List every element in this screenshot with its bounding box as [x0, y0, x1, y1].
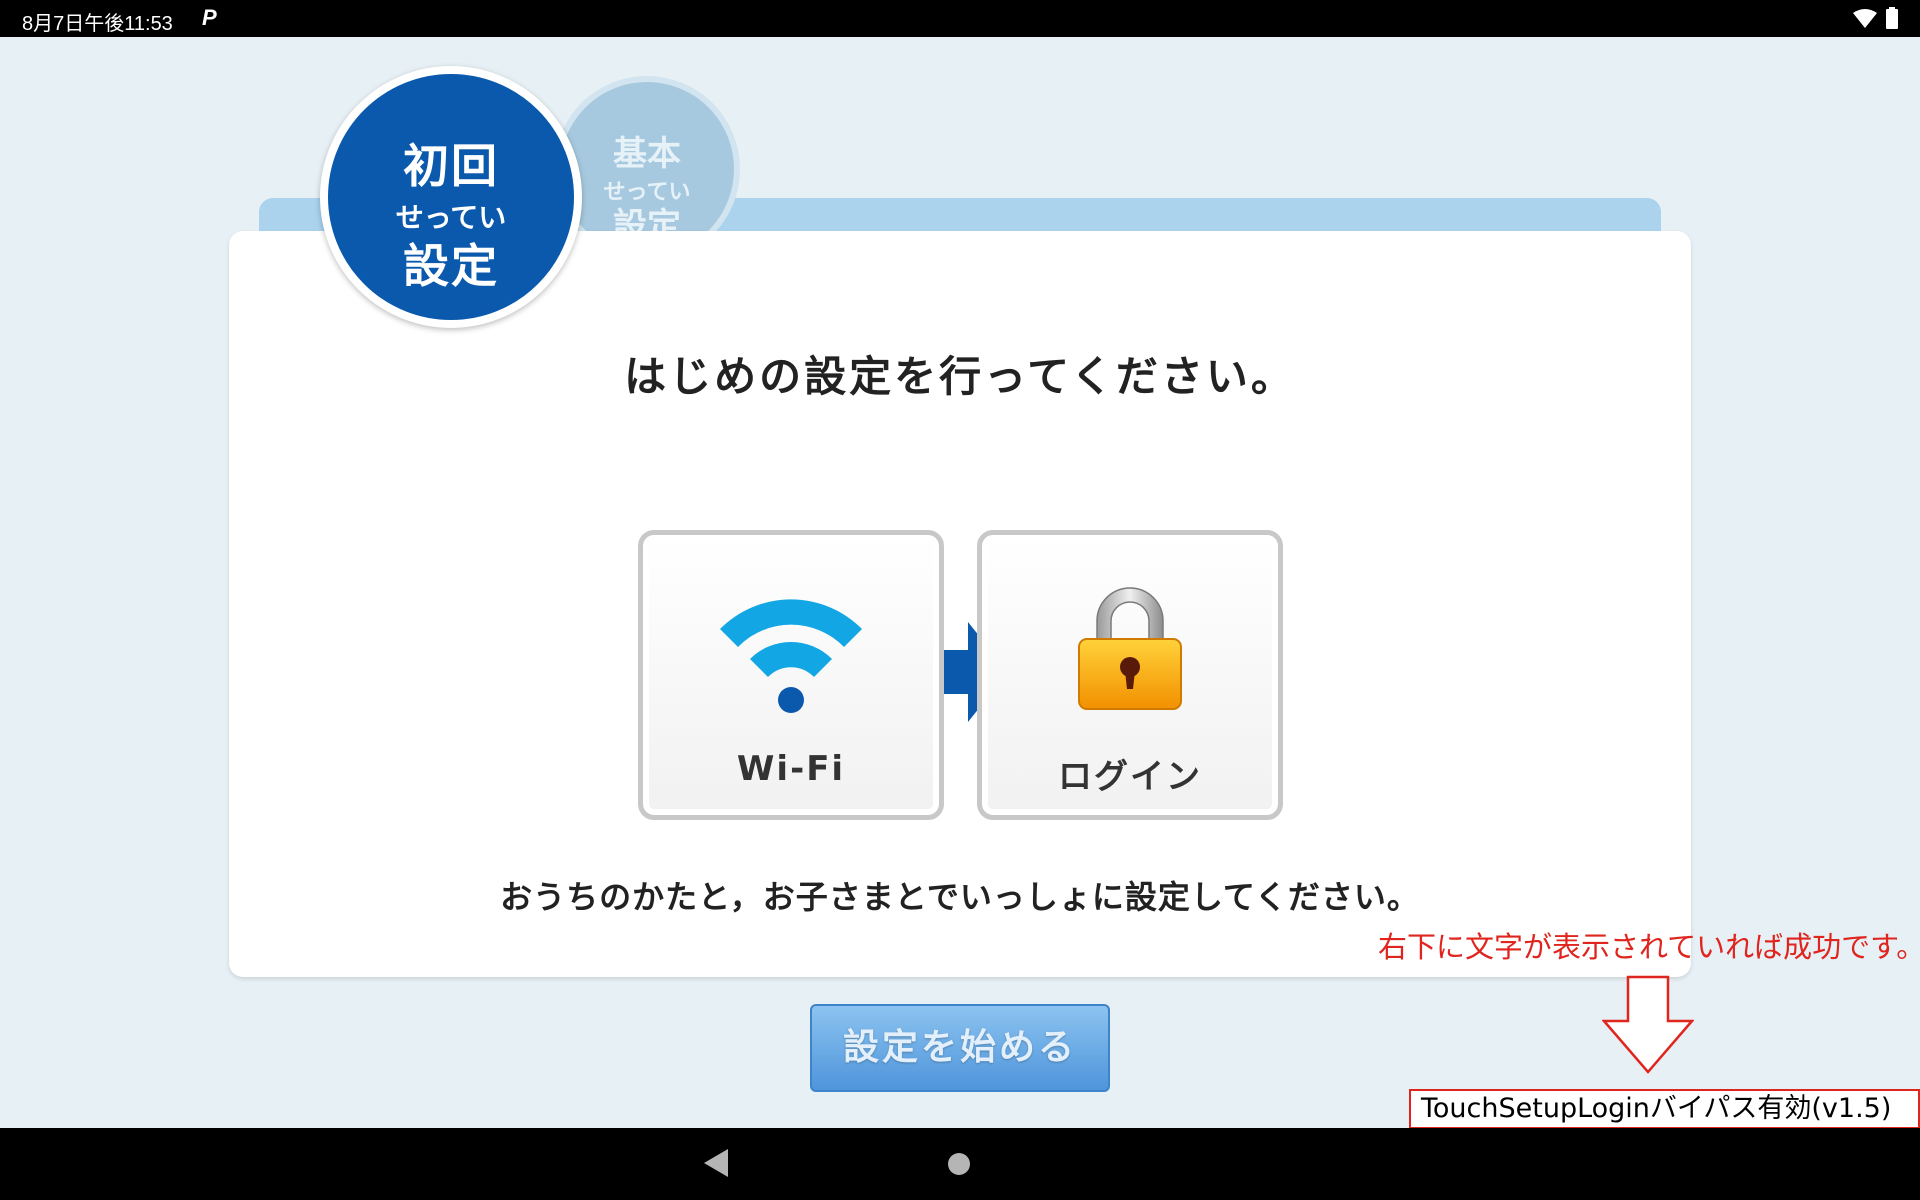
tab-initial-title: 初回 — [403, 139, 499, 193]
navigation-bar — [0, 1128, 1920, 1200]
app-notification-icon: P — [202, 5, 217, 30]
start-setup-button[interactable]: 設定を始める — [810, 1004, 1110, 1092]
bypass-status-label: TouchSetupLoginバイパス有効(v1.5) — [1409, 1089, 1920, 1129]
status-time: 8月7日午後11:53 — [22, 13, 173, 35]
step-login-label: ログイン — [1058, 757, 1202, 797]
page-heading: はじめの設定を行ってください。 — [624, 352, 1296, 401]
tab-basic-title: 基本 — [613, 134, 681, 174]
instruction-text: おうちのかたと，お子さまとでいっしょに設定してください。 — [500, 878, 1420, 916]
down-arrow-icon — [1602, 975, 1694, 1074]
success-note: 右下に文字が表示されていれば成功です。 — [1378, 930, 1920, 964]
wifi-status-icon — [1853, 9, 1877, 28]
wifi-icon — [720, 599, 862, 713]
step-login: ログイン — [977, 530, 1283, 820]
home-icon[interactable] — [948, 1153, 970, 1175]
back-icon[interactable] — [704, 1149, 728, 1177]
status-bar: 8月7日午後11:53 P — [0, 0, 1920, 37]
tab-initial-subtitle: 設定 — [403, 239, 499, 293]
tab-initial-settings[interactable]: 初回 せってい 設定 — [320, 66, 582, 328]
step-wifi: Wi-Fi — [638, 530, 944, 820]
battery-icon — [1886, 7, 1898, 29]
step-wifi-label: Wi-Fi — [736, 749, 846, 789]
padlock-icon — [1078, 587, 1182, 710]
